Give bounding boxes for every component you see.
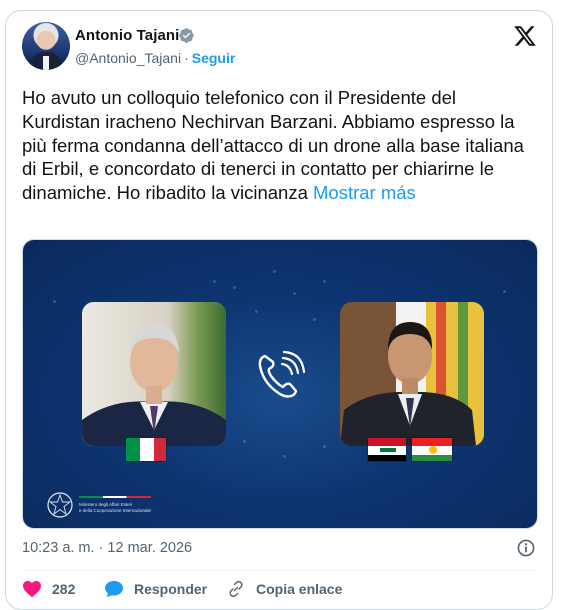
tweet-actions-bar: 282 Responder Copia enlace <box>22 580 542 600</box>
like-button[interactable]: 282 <box>22 580 75 598</box>
iraq-flag <box>367 437 407 462</box>
barzani-photo <box>340 302 484 446</box>
tajani-photo <box>82 302 226 446</box>
tweet-timestamp[interactable]: 10:23 a. m. · 12 mar. 2026 <box>22 540 192 556</box>
x-logo-icon[interactable] <box>512 24 538 48</box>
reply-button[interactable]: Responder <box>104 580 207 598</box>
ministry-emblem-icon <box>47 492 73 518</box>
kurdistan-flag <box>411 437 453 462</box>
author-handle-row: @Antonio_Tajani · Seguir <box>75 50 235 66</box>
italy-flag <box>125 437 167 462</box>
author-avatar[interactable] <box>22 22 70 70</box>
ministry-line2: e della Cooperazione Internazionale <box>79 508 152 513</box>
show-more-link[interactable]: Mostrar más <box>313 182 416 203</box>
link-icon <box>229 580 243 598</box>
separator-dot: · <box>184 50 189 66</box>
author-name[interactable]: Antonio Tajani <box>75 27 179 44</box>
phone-call-icon <box>258 350 306 398</box>
author-handle[interactable]: @Antonio_Tajani <box>75 50 181 66</box>
tweet-text: Ho avuto un colloquio telefonico con il … <box>22 86 532 205</box>
follow-button[interactable]: Seguir <box>192 50 236 66</box>
tweet-body: Ho avuto un colloquio telefonico con il … <box>22 87 524 204</box>
verified-badge-icon <box>179 28 194 43</box>
info-icon[interactable] <box>516 538 536 558</box>
ministry-label: Ministero degli Affari Esteri e della Co… <box>79 502 151 514</box>
reply-bubble-icon <box>105 580 123 598</box>
ministry-colorline <box>79 496 151 498</box>
actions-divider <box>22 570 538 571</box>
heart-icon <box>23 580 41 598</box>
copy-link-button[interactable]: Copia enlace <box>226 580 342 598</box>
tweet-media-image[interactable]: Ministero degli Affari Esteri e della Co… <box>22 239 538 529</box>
